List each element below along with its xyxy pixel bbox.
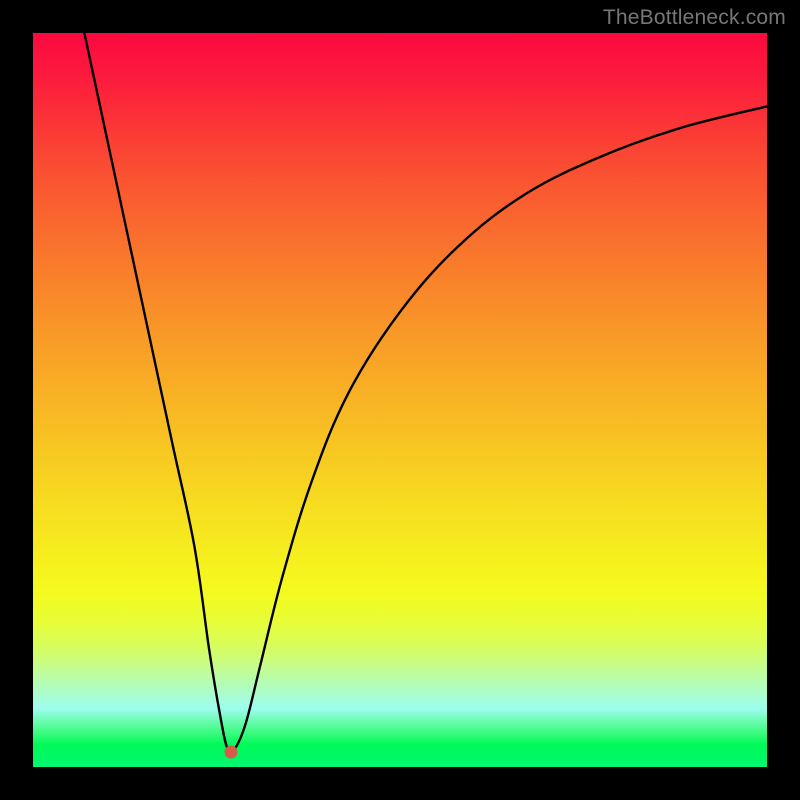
chart-frame: TheBottleneck.com — [0, 0, 800, 800]
watermark-text: TheBottleneck.com — [603, 6, 786, 30]
bottleneck-curve — [33, 33, 767, 767]
optimum-marker — [225, 746, 238, 759]
plot-area — [33, 33, 767, 767]
